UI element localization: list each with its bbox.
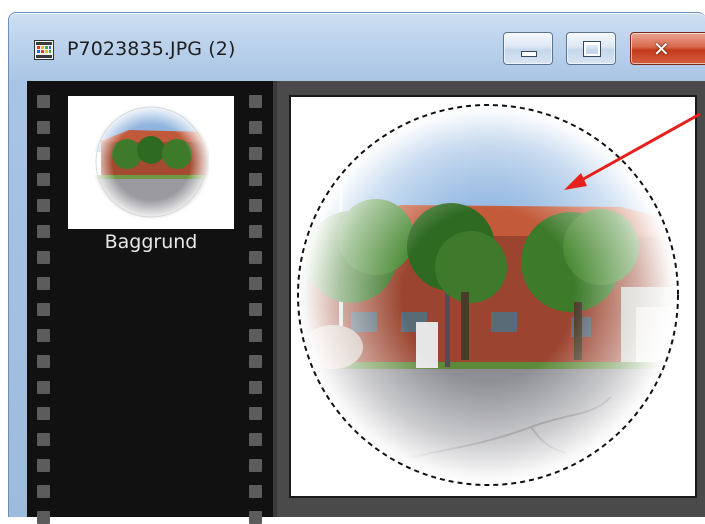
sprocket-hole [249,381,262,394]
sprocket-hole [37,381,50,394]
sprocket-hole [37,199,50,212]
sprocket-hole [249,459,262,472]
close-button[interactable]: ✕ [630,32,705,65]
sprocket-hole [37,225,50,238]
image-canvas[interactable] [289,95,697,498]
sprocket-hole [37,277,50,290]
minimize-icon [521,51,537,57]
sprocket-hole [249,329,262,342]
sprocket-hole [37,251,50,264]
sprocket-hole [249,407,262,420]
sprocket-hole [249,95,262,108]
close-icon: ✕ [653,37,670,61]
filmstrip-sprockets-right [249,95,263,524]
canvas-area[interactable] [277,81,705,517]
sprocket-hole [249,485,262,498]
sprocket-hole [37,329,50,342]
layer-name-label[interactable]: Baggrund [68,231,234,253]
sprocket-hole [249,199,262,212]
layer-thumbnail[interactable] [89,102,214,223]
window-title: P7023835.JPG (2) [67,38,236,60]
sprocket-hole [249,355,262,368]
title-bar[interactable]: P7023835.JPG (2) ✕ [9,13,705,73]
maximize-button[interactable] [566,32,616,65]
sprocket-hole [37,173,50,186]
maximize-icon [583,41,601,57]
filmstrip-sprockets-left [37,95,51,524]
sprocket-hole [37,511,50,524]
layers-panel: Baggrund [27,81,273,524]
window-client-area: Baggrund [27,81,705,524]
sprocket-hole [249,433,262,446]
sprocket-hole [37,303,50,316]
sprocket-hole [37,121,50,134]
sprocket-hole [37,433,50,446]
sprocket-hole [37,355,50,368]
sprocket-hole [37,407,50,420]
sprocket-hole [249,277,262,290]
image-window: P7023835.JPG (2) ✕ Baggrund [8,12,705,524]
sprocket-hole [249,303,262,316]
sprocket-hole [37,95,50,108]
sprocket-hole [37,485,50,498]
sprocket-hole [249,121,262,134]
sprocket-hole [249,225,262,238]
sprocket-hole [37,459,50,472]
sprocket-hole [249,173,262,186]
sprocket-hole [37,147,50,160]
image-file-icon[interactable] [34,40,54,60]
sprocket-hole [249,511,262,524]
sprocket-hole [249,147,262,160]
layer-item[interactable] [68,96,234,229]
minimize-button[interactable] [503,32,553,65]
sprocket-hole [249,251,262,264]
